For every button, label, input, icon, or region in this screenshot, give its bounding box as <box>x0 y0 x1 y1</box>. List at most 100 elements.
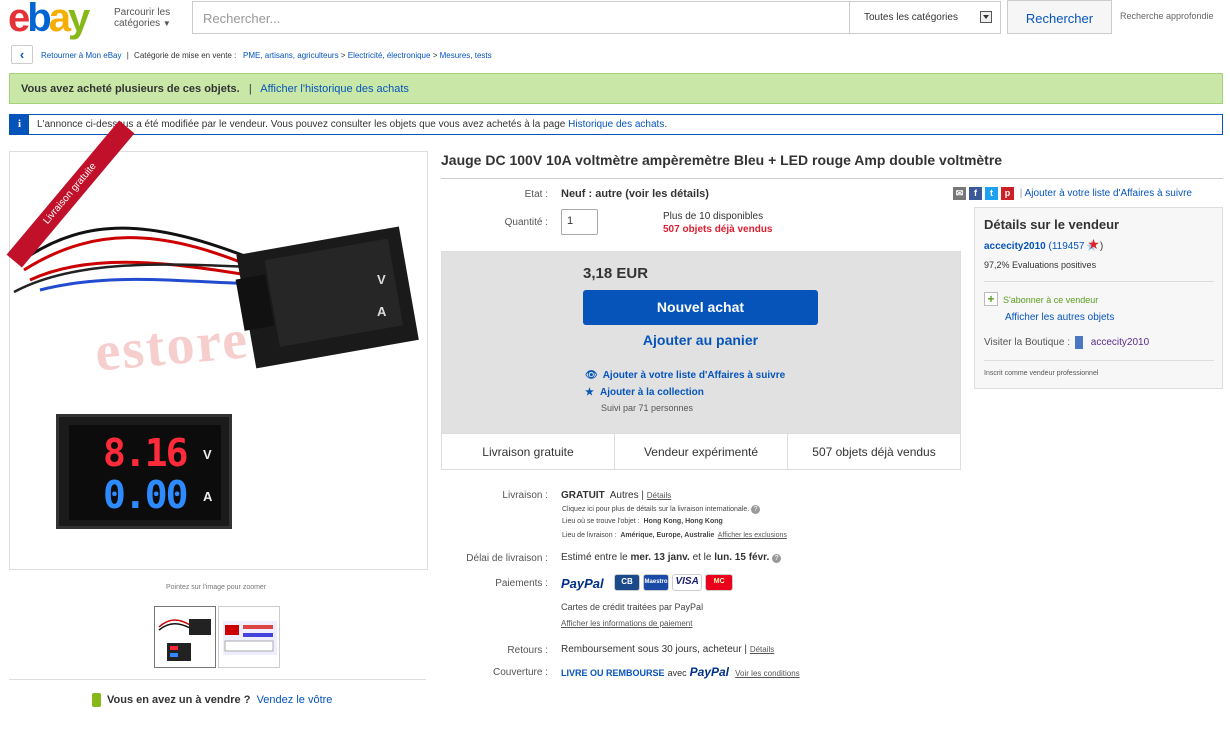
delivery-label: Délai de livraison : <box>466 553 548 564</box>
breadcrumb-separator: | <box>126 51 129 60</box>
returns-details-link[interactable]: Détails <box>750 645 774 654</box>
feedback-score-link[interactable]: (119457 <box>1049 241 1085 252</box>
intl-shipping-info[interactable]: Cliquez ici pour plus de détails sur la … <box>562 505 761 514</box>
voltmeter-display: 8.16 0.00 V A <box>56 414 232 529</box>
breadcrumb-item[interactable]: Electricité, électronique <box>348 51 431 60</box>
purchase-history-page-link[interactable]: Historique des achats <box>568 119 664 130</box>
score-end: ) <box>1099 241 1104 252</box>
sell-question: Vous en avez un à vendre ? <box>107 693 251 706</box>
quantity-label: Quantité : <box>504 217 548 228</box>
help-icon[interactable]: ? <box>751 505 761 514</box>
breadcrumb-separator: > <box>432 51 438 60</box>
seller-other-items-link[interactable]: Afficher les autres objets <box>1005 312 1114 323</box>
star-icon: ★ <box>585 387 594 398</box>
share-bar: ✉ f t p | Ajouter à votre liste d'Affaires … <box>953 187 1192 200</box>
visa-card-icon: VISA <box>672 574 703 591</box>
store-link[interactable]: accecity2010 <box>1091 337 1149 348</box>
ebay-logo[interactable]: ebay <box>8 0 90 38</box>
collection-label: Ajouter à la collection <box>599 387 704 398</box>
email-icon[interactable]: ✉ <box>953 187 966 200</box>
separator: | <box>1019 188 1023 200</box>
browse-categories-button[interactable]: Parcourir les catégories ▼ <box>114 7 184 29</box>
sold-count: 507 objets déjà vendus <box>663 224 773 235</box>
thumbnail-2[interactable] <box>218 606 280 668</box>
shipping-value: GRATUIT Autres | Détails <box>561 490 671 501</box>
thumbnail-image <box>223 621 277 655</box>
available-count: Plus de 10 disponibles <box>663 211 764 222</box>
paypal-logo: PayPal <box>561 576 604 591</box>
add-to-cart-button[interactable]: Ajouter au panier <box>583 332 818 348</box>
watchlist-label: Ajouter à votre liste d'Affaires à suivr… <box>602 370 786 381</box>
add-to-watchlist-link[interactable]: 👁 Ajouter à votre liste d'Affaires à suiv… <box>585 370 785 381</box>
add-to-collection-link[interactable]: ★ Ajouter à la collection <box>585 387 704 398</box>
coverage-text: LIVRE OU REMBOURSE <box>561 668 665 678</box>
paypal-note: Cartes de crédit traitées par PayPal <box>561 602 704 612</box>
plus-icon: + <box>984 292 998 306</box>
returns-value: Remboursement sous 30 jours, acheteur | … <box>561 644 774 655</box>
condition-value: Neuf : autre (voir les détails) <box>561 188 709 200</box>
pinterest-icon[interactable]: p <box>1001 187 1014 200</box>
purchase-history-link[interactable]: Afficher l'historique des achats <box>260 83 409 95</box>
returns-text: Remboursement sous 30 jours, acheteur | <box>561 644 748 655</box>
payments-label: Paiements : <box>495 578 548 589</box>
tag-icon <box>92 693 101 707</box>
shipping-free: GRATUIT <box>561 490 605 501</box>
quantity-input[interactable]: 1 <box>561 209 598 235</box>
divider <box>9 679 426 680</box>
store-icon <box>1074 336 1083 349</box>
ship-to-value: Amérique, Europe, Australie <box>620 532 715 539</box>
breadcrumb-item[interactable]: Mesures, tests <box>440 51 492 60</box>
divider <box>984 360 1214 361</box>
voltage-reading: 8.16 <box>103 431 189 475</box>
facebook-icon[interactable]: f <box>969 187 982 200</box>
category-select-value: Toutes les catégories <box>864 12 958 23</box>
seller-name-link[interactable]: accecity2010 <box>984 241 1046 252</box>
shipping-type: Autres | <box>609 490 644 501</box>
caret-down-icon: ▼ <box>162 19 171 28</box>
back-arrow-icon[interactable]: ‹ <box>11 45 33 64</box>
twitter-icon[interactable]: t <box>985 187 998 200</box>
thumbnail-1[interactable] <box>154 606 216 668</box>
help-icon[interactable]: ? <box>772 554 782 563</box>
condition-text: Neuf : autre <box>561 188 623 200</box>
sell-yours-link[interactable]: Vendez le vôtre <box>257 694 333 706</box>
delivery-estimate: Estimé entre le mer. 13 janv. et le lun.… <box>561 552 782 563</box>
subscribe-label: S'abonner à ce vendeur <box>1003 295 1099 305</box>
breadcrumb: Retourner à Mon eBay | Catégorie de mise… <box>41 51 492 60</box>
condition-label: Etat : <box>524 189 548 200</box>
payment-info-link[interactable]: Afficher les informations de paiement <box>561 619 692 628</box>
mastercard-icon: MC <box>705 574 734 591</box>
delivery-pre: Estimé entre le <box>561 552 628 563</box>
condition-details-link[interactable]: (voir les détails) <box>625 188 709 200</box>
maestro-card-icon: Maestro <box>643 574 670 591</box>
breadcrumb-back-link[interactable]: Retourner à Mon eBay <box>41 51 122 60</box>
intl-text: Cliquez ici pour plus de détails sur la … <box>562 506 750 513</box>
eye-icon: 👁 <box>585 370 598 381</box>
search-input[interactable]: Rechercher... <box>192 1 850 34</box>
dropdown-arrow-icon <box>980 11 992 23</box>
subscribe-seller[interactable]: + S'abonner à ce vendeur <box>984 292 1098 306</box>
location-value: Hong Kong, Hong Kong <box>643 518 723 525</box>
buy-now-button[interactable]: Nouvel achat <box>583 290 818 325</box>
search-button[interactable]: Rechercher <box>1007 0 1112 34</box>
product-image[interactable]: estore V A 8.16 0.00 V A <box>9 151 428 570</box>
advanced-search-link[interactable]: Recherche approfondie <box>1120 11 1214 21</box>
ship-to: Lieu de livraison : Amérique, Europe, Au… <box>562 532 787 539</box>
current-reading: 0.00 <box>103 473 189 517</box>
breadcrumb-item[interactable]: PME, artisans, agriculteurs <box>243 51 339 60</box>
store-row: Visiter la Boutique : accecity2010 <box>984 336 1149 349</box>
watermark: estore <box>92 308 252 384</box>
exclusions-link[interactable]: Afficher les exclusions <box>718 532 787 539</box>
badge-sold-count: 507 objets déjà vendus <box>812 445 936 459</box>
logo-letter: b <box>27 0 52 40</box>
add-to-watchlist-link[interactable]: Ajouter à votre liste d'Affaires à suivr… <box>1025 188 1192 199</box>
shipping-details-link[interactable]: Détails <box>647 491 671 500</box>
zoom-hint: Pointez sur l'image pour zoomer <box>166 584 267 591</box>
coverage-conditions-link[interactable]: Voir les conditions <box>735 669 799 678</box>
followers-count: Suivi par 71 personnes <box>601 403 694 413</box>
location-label: Lieu où se trouve l'objet : <box>562 518 640 525</box>
meter-unit-v-top: V <box>377 272 386 287</box>
category-select[interactable]: Toutes les catégories <box>849 1 1001 34</box>
divider <box>441 178 1223 179</box>
delivery-from: mer. 13 janv. <box>630 552 690 563</box>
